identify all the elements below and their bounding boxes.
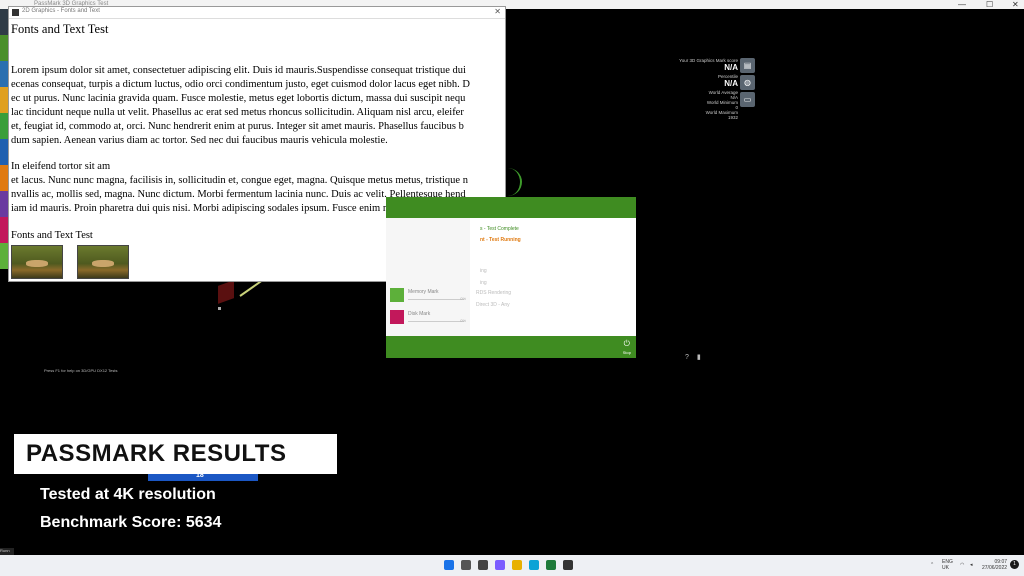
cheetah-thumbnail: [77, 245, 129, 279]
strip-block: [0, 243, 8, 269]
strip-block: [0, 139, 8, 165]
percentile-value: N/A: [724, 79, 738, 88]
language-bottom: UK: [942, 565, 949, 571]
status-complete: s - Test Complete: [480, 226, 519, 232]
help-icons[interactable]: ? ▮: [685, 353, 701, 361]
test-status-list: s - Test Complete nt - Test Running ing …: [470, 218, 636, 336]
strip-block: [0, 217, 8, 243]
close-button[interactable]: ✕: [1012, 0, 1019, 9]
language-indicator[interactable]: ENG UK: [942, 559, 953, 571]
text-line: ec ut purus. Nunc lacinia gravida quam. …: [11, 93, 466, 104]
resolution-line: Tested at 4K resolution: [40, 486, 216, 503]
maximize-button[interactable]: ☐: [986, 0, 993, 9]
results-title: PASSMARK RESULTS: [26, 440, 287, 467]
score-value: N/A: [724, 63, 738, 72]
test-list: Memory Mark 0% Disk Mark 0%: [386, 218, 470, 336]
search-icon[interactable]: [461, 560, 471, 570]
score-stats: Your 3D Graphics Mark score N/A Percenti…: [670, 58, 738, 120]
clock-date: 27/06/2022: [982, 565, 1008, 571]
taskbar: ⌃ ENG UK ◠ ◂ 09:07 27/06/2022 1: [0, 555, 1024, 576]
test-category-strip: [0, 9, 8, 309]
lorem-paragraph-1: Lorem ipsum dolor sit amet, consectetuer…: [11, 64, 505, 148]
power-icon[interactable]: ⏻: [624, 339, 630, 349]
panel-header: [386, 197, 636, 218]
cheetah-thumbnail: [11, 245, 63, 279]
text-line: dum sapien. Aenean varius diam ac tortor…: [11, 135, 388, 146]
test-percent: 0%: [460, 318, 466, 323]
volume-icon[interactable]: ◂: [970, 562, 973, 568]
text-line: lac tincidunt neque nulla ut velit. Phas…: [11, 107, 464, 118]
test-window-titlebar[interactable]: 2D Graphics - Fonts and Text ✕: [9, 7, 505, 19]
chat-icon[interactable]: ▭: [740, 92, 755, 107]
file-explorer-icon[interactable]: [512, 560, 522, 570]
3d-shape: [218, 280, 234, 304]
progress-bar: [408, 321, 464, 322]
status-item: RDS Rendering: [476, 290, 512, 296]
results-overlay: Tested at 4K resolution Benchmark Score:…: [14, 474, 338, 567]
stop-label[interactable]: Stop: [623, 350, 631, 355]
results-title-box: PASSMARK RESULTS: [14, 434, 337, 474]
status-running: nt - Test Running: [480, 237, 521, 243]
start-icon[interactable]: [444, 560, 454, 570]
globe-icon[interactable]: ◍: [740, 75, 755, 90]
test-heading: Fonts and Text Test: [11, 22, 109, 36]
text-line: et, feugiat id, commodo at, orci. Nunc h…: [11, 121, 464, 132]
test-window-title: 2D Graphics - Fonts and Text: [22, 8, 100, 14]
document-icon[interactable]: ▤: [740, 58, 755, 73]
status-item: Direct 3D - Any: [476, 302, 510, 308]
widgets-icon[interactable]: [495, 560, 505, 570]
edge-icon[interactable]: [529, 560, 539, 570]
task-view-icon[interactable]: [478, 560, 488, 570]
score-bar: 18: [148, 472, 258, 481]
disk-icon: [390, 310, 404, 324]
strip-block: [0, 87, 8, 113]
memory-icon: [390, 288, 404, 302]
app-icon: [12, 9, 19, 16]
progress-bar: [408, 299, 464, 300]
store-icon[interactable]: [546, 560, 556, 570]
test-window-close-button[interactable]: ✕: [494, 7, 501, 16]
help-hint: Press F1 for help on 3D/GPU DX12 Tests: [44, 368, 118, 373]
test-percent: 0%: [460, 296, 466, 301]
text-line: et lacus. Nunc nunc magna, facilisis in,…: [11, 175, 468, 186]
help-icon[interactable]: ?: [685, 354, 689, 361]
test-item-memory[interactable]: Memory Mark 0%: [390, 288, 468, 304]
score-bar-number: 18: [196, 472, 204, 479]
test-label: Disk Mark: [408, 311, 431, 317]
status-pending: ing: [480, 268, 487, 274]
passmark-panel: Memory Mark 0% Disk Mark 0% s - Test Com…: [386, 197, 636, 358]
strip-block: [0, 35, 8, 61]
wifi-icon[interactable]: ◠: [960, 562, 964, 568]
strip-block: [0, 9, 8, 35]
clock[interactable]: 09:07 27/06/2022: [982, 559, 1007, 571]
passmark-app-icon[interactable]: [563, 560, 573, 570]
text-line: Lorem ipsum dolor sit amet, consectetuer…: [11, 65, 466, 76]
3d-arc: [506, 168, 522, 196]
test-item-disk[interactable]: Disk Mark 0%: [390, 310, 468, 326]
strip-block: [0, 61, 8, 87]
world-maximum-value: 1932: [727, 115, 738, 120]
score-line: Benchmark Score: 5634: [40, 514, 222, 531]
panel-body: Memory Mark 0% Disk Mark 0% s - Test Com…: [386, 218, 636, 336]
test-label: Memory Mark: [408, 289, 439, 295]
strip-block: [0, 191, 8, 217]
strip-block: [0, 113, 8, 139]
text-line: ecenas consequat, turpis a dictum luctus…: [11, 79, 470, 90]
status-pending: ing: [480, 280, 487, 286]
chevron-up-icon[interactable]: ⌃: [930, 562, 934, 568]
panel-footer: ⏻ Stop: [386, 336, 636, 358]
notification-badge[interactable]: 1: [1010, 560, 1019, 569]
strip-block: [0, 165, 8, 191]
signal-icon[interactable]: ▮: [697, 354, 701, 361]
text-line: In eleifend tortor sit am: [11, 161, 111, 172]
3d-dot: [218, 307, 221, 310]
minimize-button[interactable]: —: [958, 0, 966, 9]
